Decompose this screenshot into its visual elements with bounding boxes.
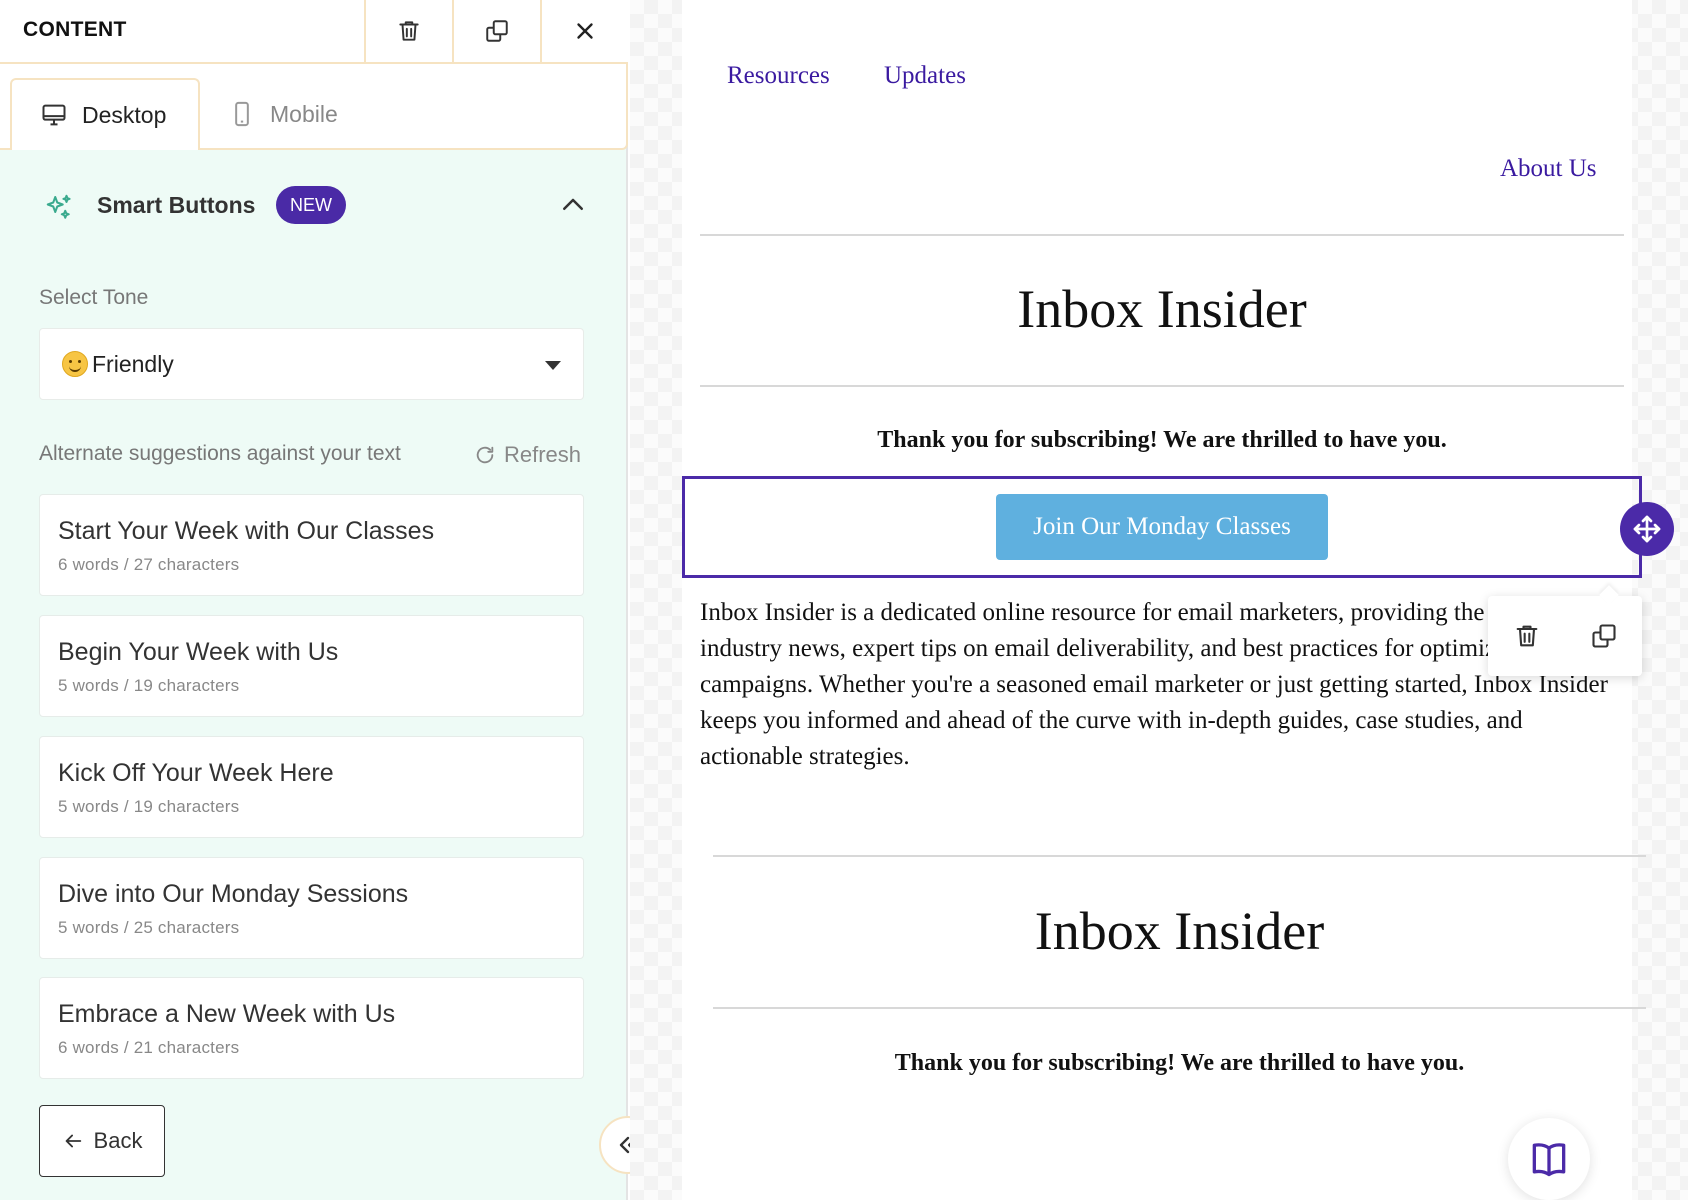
sparkle-icon bbox=[46, 194, 71, 219]
nav-link-about-us[interactable]: About Us bbox=[1500, 155, 1597, 183]
cta-button[interactable]: Join Our Monday Classes bbox=[996, 494, 1328, 560]
caret-down-icon bbox=[545, 361, 561, 370]
tab-desktop[interactable]: Desktop bbox=[10, 78, 200, 150]
suggestion-title: Start Your Week with Our Classes bbox=[58, 517, 435, 545]
tab-mobile-label: Mobile bbox=[270, 100, 338, 127]
body-paragraph: Inbox Insider is a dedicated online reso… bbox=[700, 599, 1608, 770]
suggestion-meta: 5 words / 19 characters bbox=[58, 676, 240, 695]
suggestion-title: Begin Your Week with Us bbox=[58, 638, 339, 666]
chevron-up-icon[interactable] bbox=[558, 190, 588, 220]
divider bbox=[700, 385, 1624, 387]
email-title: Inbox Insider bbox=[1017, 279, 1307, 339]
duplicate-button[interactable] bbox=[452, 0, 540, 62]
device-tabs: Desktop Mobile bbox=[0, 64, 628, 150]
trash-icon[interactable] bbox=[1513, 622, 1541, 650]
delete-button[interactable] bbox=[364, 0, 452, 62]
smart-buttons-header: Smart Buttons NEW bbox=[0, 170, 628, 240]
refresh-icon bbox=[476, 446, 494, 464]
content-panel: CONTENT Desktop Mobile Smart Buttons NEW… bbox=[0, 0, 628, 1200]
desktop-icon bbox=[42, 104, 66, 126]
smiling-face-icon bbox=[62, 351, 88, 377]
suggestion-title: Embrace a New Week with Us bbox=[58, 1000, 396, 1028]
suggestion-card[interactable]: Begin Your Week with Us 5 words / 19 cha… bbox=[39, 615, 584, 717]
block-toolbar bbox=[1488, 596, 1642, 676]
thanks-text-2: Thank you for subscribing! We are thrill… bbox=[894, 1050, 1465, 1076]
select-tone-label: Select Tone bbox=[39, 286, 149, 309]
panel-header: CONTENT bbox=[0, 0, 628, 64]
book-icon bbox=[1532, 1143, 1566, 1177]
suggestion-card[interactable]: Start Your Week with Our Classes 6 words… bbox=[39, 494, 584, 596]
nav-link-resources[interactable]: Resources bbox=[727, 62, 830, 90]
divider bbox=[700, 234, 1624, 236]
tone-dropdown[interactable]: Friendly bbox=[39, 328, 584, 400]
divider bbox=[713, 855, 1646, 857]
close-icon bbox=[577, 23, 593, 39]
smart-buttons-title: Smart Buttons bbox=[97, 192, 256, 218]
back-button[interactable]: Back bbox=[39, 1105, 165, 1177]
back-label: Back bbox=[93, 1128, 143, 1153]
mobile-icon bbox=[235, 101, 249, 127]
close-button[interactable] bbox=[540, 0, 628, 62]
suggestion-title: Kick Off Your Week Here bbox=[58, 759, 334, 787]
move-icon bbox=[1633, 515, 1661, 543]
copy-icon bbox=[486, 20, 508, 42]
suggestion-meta: 5 words / 25 characters bbox=[58, 918, 240, 937]
new-badge: NEW bbox=[276, 186, 346, 224]
suggestions-label: Alternate suggestions against your text bbox=[39, 442, 401, 465]
move-handle[interactable] bbox=[1620, 502, 1674, 556]
suggestion-card[interactable]: Embrace a New Week with Us 6 words / 21 … bbox=[39, 977, 584, 1079]
suggestion-meta: 6 words / 27 characters bbox=[58, 555, 240, 574]
tone-value: Friendly bbox=[92, 351, 174, 377]
divider bbox=[713, 1007, 1646, 1009]
copy-icon[interactable] bbox=[1590, 622, 1618, 650]
refresh-label: Refresh bbox=[504, 442, 582, 467]
tab-desktop-label: Desktop bbox=[82, 101, 167, 128]
suggestion-card[interactable]: Kick Off Your Week Here 5 words / 19 cha… bbox=[39, 736, 584, 838]
trash-icon bbox=[399, 21, 419, 41]
email-title-2: Inbox Insider bbox=[1034, 901, 1325, 961]
refresh-button[interactable]: Refresh bbox=[474, 442, 581, 468]
thanks-text: Thank you for subscribing! We are thrill… bbox=[877, 427, 1447, 453]
suggestion-title: Dive into Our Monday Sessions bbox=[58, 880, 409, 908]
help-docs-button[interactable] bbox=[1508, 1118, 1590, 1200]
suggestion-meta: 6 words / 21 characters bbox=[58, 1038, 240, 1057]
arrow-left-icon bbox=[65, 1134, 81, 1148]
suggestion-card[interactable]: Dive into Our Monday Sessions 5 words / … bbox=[39, 857, 584, 959]
panel-title: CONTENT bbox=[23, 18, 127, 41]
nav-link-updates[interactable]: Updates bbox=[884, 62, 966, 90]
suggestion-meta: 5 words / 19 characters bbox=[58, 797, 240, 816]
tab-mobile[interactable]: Mobile bbox=[200, 78, 400, 150]
